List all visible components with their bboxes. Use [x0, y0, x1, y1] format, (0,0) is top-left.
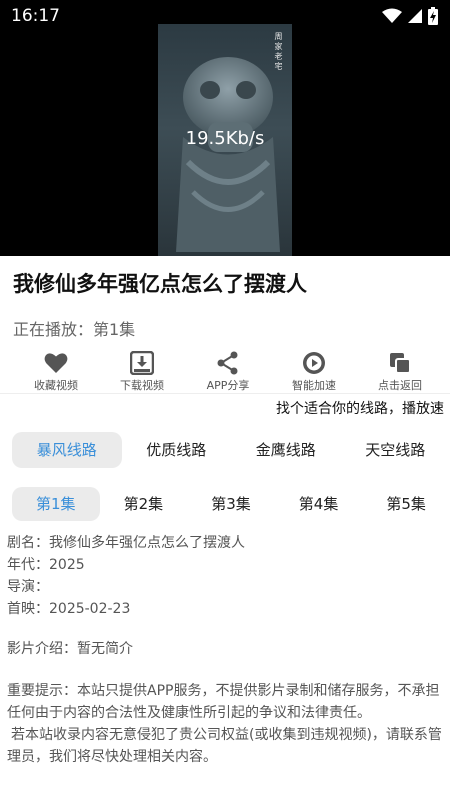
- play-circle-icon: [303, 352, 325, 374]
- download-button[interactable]: 下载视频: [99, 350, 185, 394]
- tab-episode-5[interactable]: 第5集: [362, 487, 450, 521]
- download-icon: [130, 351, 154, 375]
- buffer-speed-text: 19.5Kb/s: [185, 128, 265, 149]
- favorite-button[interactable]: 收藏视频: [13, 350, 99, 394]
- info-premiere: 首映：2025-02-23: [7, 601, 131, 617]
- status-icons: [382, 7, 438, 25]
- video-intro: 影片介绍：暂无简介: [7, 641, 133, 657]
- status-bar: 16:17: [0, 0, 450, 32]
- tab-episode-2[interactable]: 第2集: [100, 487, 188, 521]
- accelerate-label: 智能加速: [292, 379, 336, 392]
- info-year: 年代：2025: [7, 557, 85, 573]
- share-icon: [217, 351, 238, 375]
- disclaimer-notice: 重要提示：本站只提供APP服务，不提供影片录制和储存服务，不承担任何由于内容的合…: [7, 680, 443, 768]
- copy-icon: [390, 353, 411, 374]
- line-tabs: 暴风线路 优质线路 金鹰线路 天空线路: [12, 432, 450, 468]
- back-label: 点击返回: [378, 379, 422, 392]
- tab-line-tiankong[interactable]: 天空线路: [341, 432, 450, 468]
- disclaimer-line-2: 若本站收录内容无意侵犯了贵公司权益(或收集到违规视频)，请联系管理员，我们将尽快…: [7, 727, 442, 765]
- video-player[interactable]: 周家老宅 19.5Kb/s: [0, 0, 450, 256]
- tab-episode-4[interactable]: 第4集: [275, 487, 363, 521]
- wifi-icon: [382, 8, 402, 23]
- share-label: APP分享: [206, 379, 250, 392]
- tab-line-youzhi[interactable]: 优质线路: [122, 432, 232, 468]
- status-time: 16:17: [11, 6, 60, 26]
- tab-episode-3[interactable]: 第3集: [187, 487, 275, 521]
- info-name: 剧名：我修仙多年强亿点怎么了摆渡人: [7, 535, 245, 551]
- tab-line-jinying[interactable]: 金鹰线路: [231, 432, 341, 468]
- favorite-label: 收藏视频: [34, 379, 78, 392]
- now-playing-text: 正在播放：第1集: [13, 320, 136, 339]
- info-director: 导演：: [7, 579, 49, 595]
- video-info: 剧名：我修仙多年强亿点怎么了摆渡人 年代：2025 导演： 首映：2025-02…: [7, 532, 445, 620]
- tab-line-baofeng[interactable]: 暴风线路: [12, 432, 122, 468]
- heart-icon: [44, 353, 68, 373]
- video-title: 我修仙多年强亿点怎么了摆渡人: [13, 272, 307, 296]
- tab-episode-1[interactable]: 第1集: [12, 487, 100, 521]
- share-button[interactable]: APP分享: [185, 350, 271, 394]
- video-watermark: 周家老宅: [274, 32, 283, 72]
- divider: [0, 393, 450, 394]
- signal-icon: [408, 9, 422, 23]
- action-bar: 收藏视频 下载视频 APP分享 智能加速 点击返回: [0, 350, 450, 394]
- battery-icon: [428, 7, 438, 25]
- disclaimer-line-1: 重要提示：本站只提供APP服务，不提供影片录制和储存服务，不承担任何由于内容的合…: [7, 683, 440, 721]
- episode-tabs: 第1集 第2集 第3集 第4集 第5集: [12, 487, 450, 521]
- accelerate-button[interactable]: 智能加速: [271, 350, 357, 394]
- marquee-notice: 找个适合你的线路，播放速: [276, 401, 444, 417]
- download-label: 下载视频: [120, 379, 164, 392]
- back-button[interactable]: 点击返回: [357, 350, 443, 394]
